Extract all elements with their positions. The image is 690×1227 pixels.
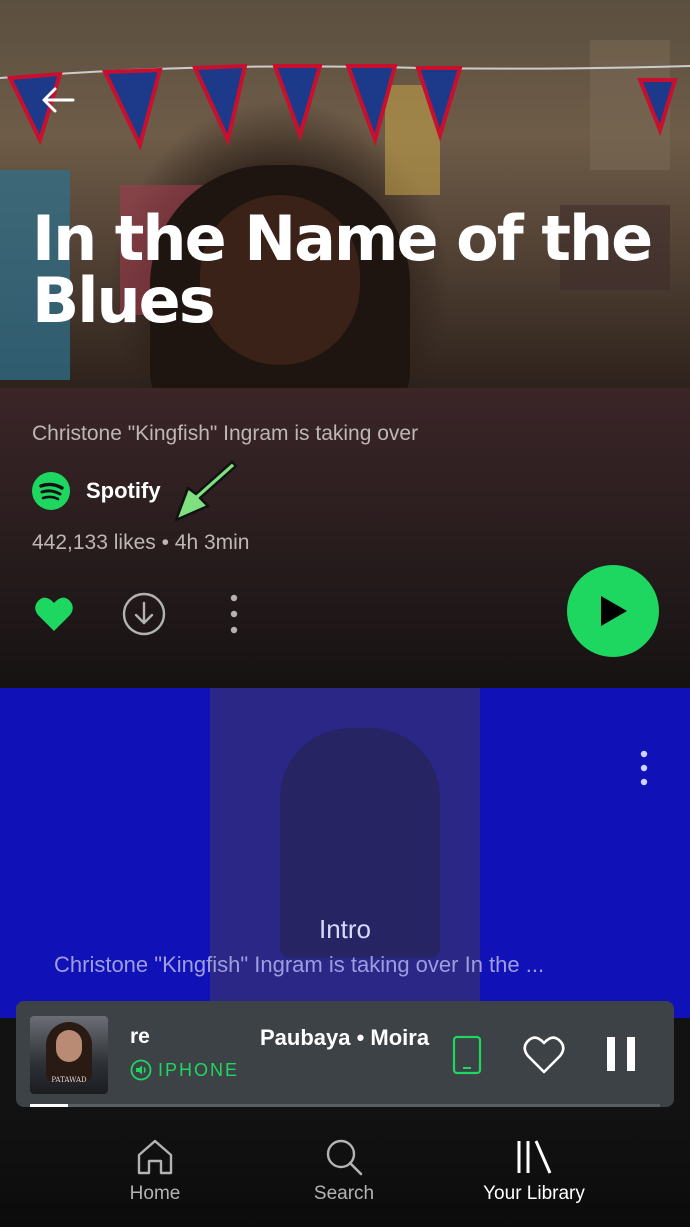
connect-device-icon[interactable] [452,1035,482,1075]
nav-search-label: Search [313,1183,375,1204]
heart-filled-icon [35,597,73,631]
track-title: Intro [318,914,372,944]
play-icon [601,596,627,626]
heart-outline-icon[interactable] [522,1035,566,1075]
search-icon [326,1139,363,1176]
annotation-arrow-icon [174,460,238,522]
device-name: IPHONE [158,1059,240,1080]
nav-your-library[interactable]: Your Library [459,1137,609,1205]
now-playing-artist-fragment: re [130,1025,150,1048]
playlist-meta: 442,133 likes • 4h 3min [32,531,250,554]
more-options-button[interactable] [212,592,256,636]
home-icon [137,1139,173,1175]
now-playing-song: Paubaya • Moira [260,1025,430,1050]
nav-home-label: Home [129,1183,181,1204]
playlist-description: Christone "Kingfish" Ingram is taking ov… [32,422,419,445]
more-vertical-icon[interactable] [632,748,656,788]
like-button[interactable] [32,592,76,636]
nav-library-label: Your Library [483,1183,585,1204]
playlist-owner[interactable]: Spotify [32,472,161,510]
album-art-label: PATAWAD [51,1076,87,1084]
album-art: PATAWAD [30,1016,108,1094]
play-button[interactable] [567,565,659,657]
spotify-logo-icon [32,472,70,510]
album-art-face [56,1030,82,1062]
playlist-title: In the Name of the Blues [32,202,653,337]
bottom-navigation: Home Search Your Library [0,1107,690,1227]
more-vertical-icon [230,594,238,634]
back-arrow-icon[interactable] [40,82,76,118]
connected-device[interactable]: IPHONE [130,1059,239,1081]
now-playing-bar[interactable]: PATAWAD re IPHONE Paubaya • Moira [16,1001,674,1107]
pause-icon[interactable] [604,1035,638,1073]
playlist-header: Christone "Kingfish" Ingram is taking ov… [0,388,690,688]
speaker-icon [130,1059,152,1081]
download-button[interactable] [122,592,166,636]
track-subtitle: Christone "Kingfish" Ingram is taking ov… [54,952,545,977]
track-video-card[interactable]: Intro Christone "Kingfish" Ingram is tak… [0,688,690,1018]
library-icon [517,1140,552,1174]
nav-search[interactable]: Search [269,1137,419,1205]
owner-name: Spotify [86,478,161,503]
union-jack-bunting [0,63,690,150]
playlist-cover-image: In the Name of the Blues [0,0,690,388]
nav-home[interactable]: Home [80,1137,230,1205]
download-icon [122,592,166,636]
